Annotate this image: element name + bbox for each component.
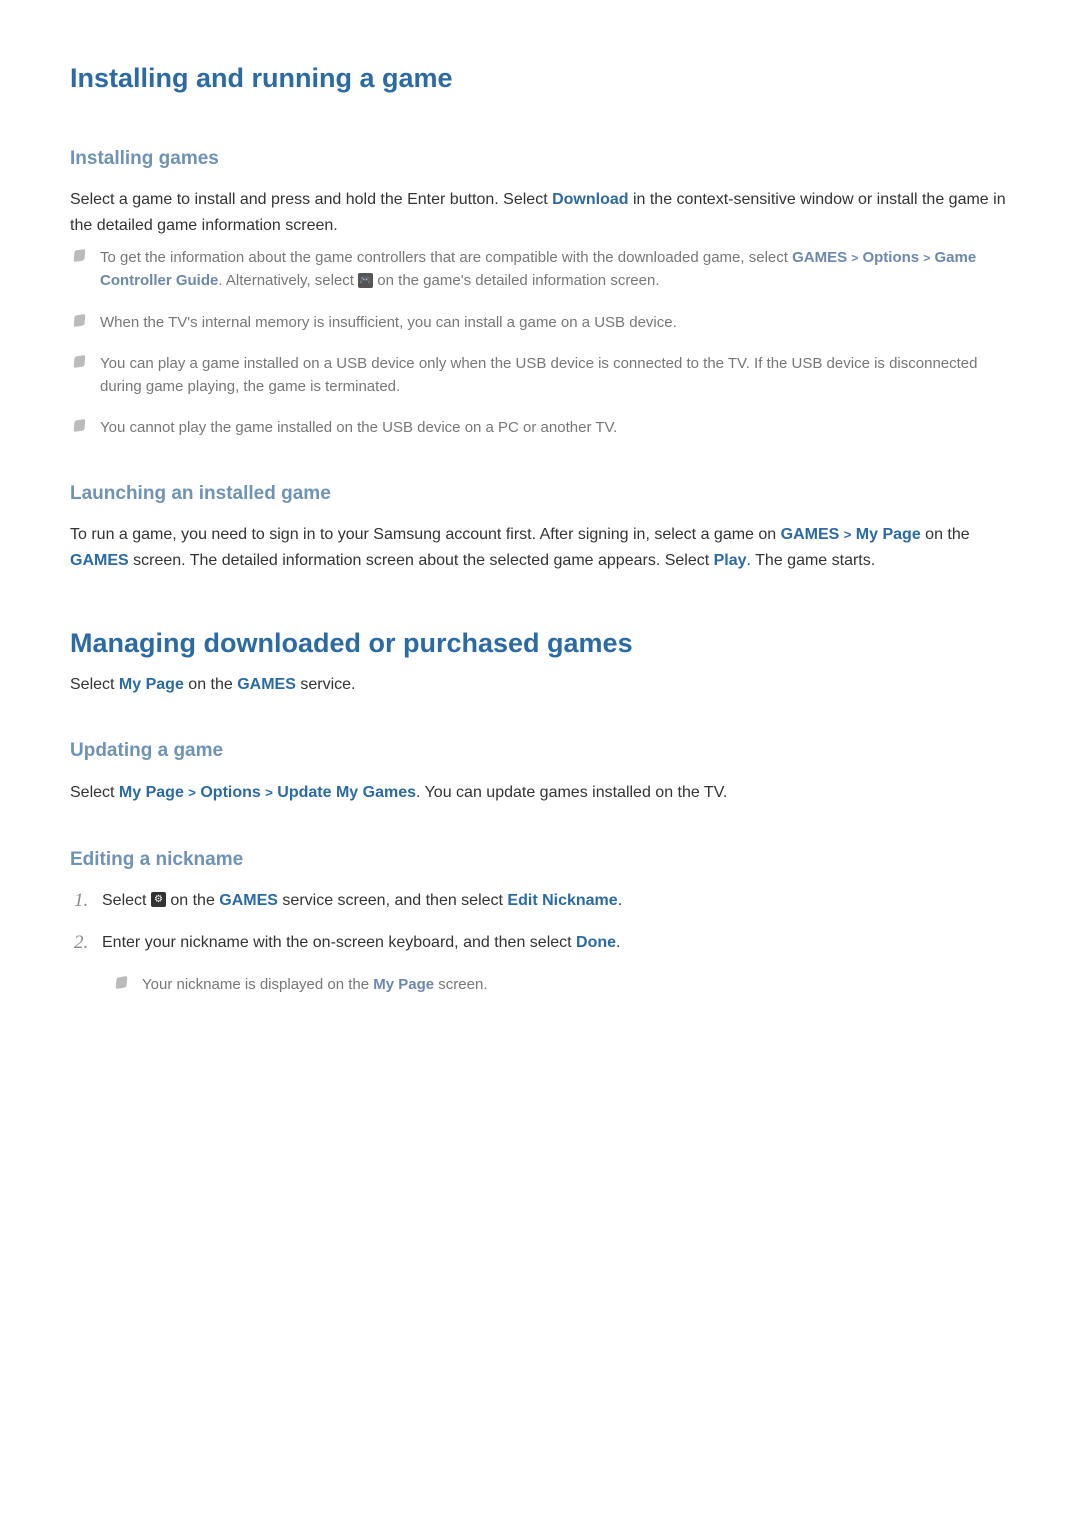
keyword-games: GAMES (70, 552, 129, 569)
note-item: When the TV's internal memory is insuffi… (96, 311, 1010, 334)
step-item: Enter your nickname with the on-screen k… (96, 930, 1010, 998)
keyword-download: Download (552, 191, 628, 208)
text: . Alternatively, select (218, 272, 358, 289)
text: service. (296, 676, 356, 693)
keyword-options: Options (200, 784, 260, 801)
keyword-update-my-games: Update My Games (277, 784, 416, 801)
text: To get the information about the game co… (100, 249, 792, 266)
text: Select (102, 892, 151, 909)
keyword-my-page: My Page (119, 784, 184, 801)
text: on the (166, 892, 219, 909)
heading-installing-running: Installing and running a game (70, 58, 1010, 99)
keyword-games: GAMES (237, 676, 296, 693)
note-item: To get the information about the game co… (96, 246, 1010, 293)
text: service screen, and then select (278, 892, 507, 909)
note-item: You can play a game installed on a USB d… (96, 352, 1010, 399)
keyword-my-page: My Page (373, 976, 434, 993)
paragraph-installing: Select a game to install and press and h… (70, 187, 1010, 238)
text: Select a game to install and press and h… (70, 191, 552, 208)
keyword-games: GAMES (219, 892, 278, 909)
text: Your nickname is displayed on the (142, 976, 373, 993)
text: . (616, 934, 620, 951)
keyword-done: Done (576, 934, 616, 951)
paragraph-launching: To run a game, you need to sign in to yo… (70, 522, 1010, 573)
text: screen. The detailed information screen … (129, 552, 714, 569)
controller-icon: 🎮 (358, 273, 373, 288)
paragraph-updating: Select My Page > Options > Update My Gam… (70, 780, 1010, 806)
subheading-editing-nickname: Editing a nickname (70, 846, 1010, 875)
chevron-icon: > (923, 251, 930, 265)
text: on the game's detailed information scree… (373, 272, 659, 289)
keyword-games: GAMES (792, 249, 847, 266)
keyword-edit-nickname: Edit Nickname (507, 892, 617, 909)
heading-managing-games: Managing downloaded or purchased games (70, 623, 1010, 664)
text: . The game starts. (747, 552, 876, 569)
text: on the (921, 526, 970, 543)
text: . (618, 892, 622, 909)
text: Select (70, 676, 119, 693)
chevron-icon: > (851, 251, 858, 265)
chevron-icon: > (188, 785, 196, 800)
chevron-icon: > (844, 527, 852, 542)
step-item: Select ⚙ on the GAMES service screen, an… (96, 888, 1010, 914)
text: . You can update games installed on the … (416, 784, 727, 801)
gear-icon: ⚙ (151, 892, 166, 907)
text: screen. (434, 976, 487, 993)
paragraph-managing: Select My Page on the GAMES service. (70, 672, 1010, 698)
steps-list: Select ⚙ on the GAMES service screen, an… (70, 888, 1010, 997)
keyword-my-page: My Page (119, 676, 184, 693)
note-item: You cannot play the game installed on th… (96, 416, 1010, 439)
subheading-installing-games: Installing games (70, 145, 1010, 174)
subheading-launching: Launching an installed game (70, 480, 1010, 509)
text: on the (184, 676, 237, 693)
keyword-games: GAMES (781, 526, 840, 543)
keyword-my-page: My Page (856, 526, 921, 543)
keyword-play: Play (714, 552, 747, 569)
sub-note: Your nickname is displayed on the My Pag… (138, 973, 1010, 997)
text: To run a game, you need to sign in to yo… (70, 526, 781, 543)
chevron-icon: > (265, 785, 273, 800)
text: Enter your nickname with the on-screen k… (102, 934, 576, 951)
note-list-installing: To get the information about the game co… (70, 246, 1010, 440)
subheading-updating: Updating a game (70, 737, 1010, 766)
keyword-options: Options (862, 249, 919, 266)
text: Select (70, 784, 119, 801)
